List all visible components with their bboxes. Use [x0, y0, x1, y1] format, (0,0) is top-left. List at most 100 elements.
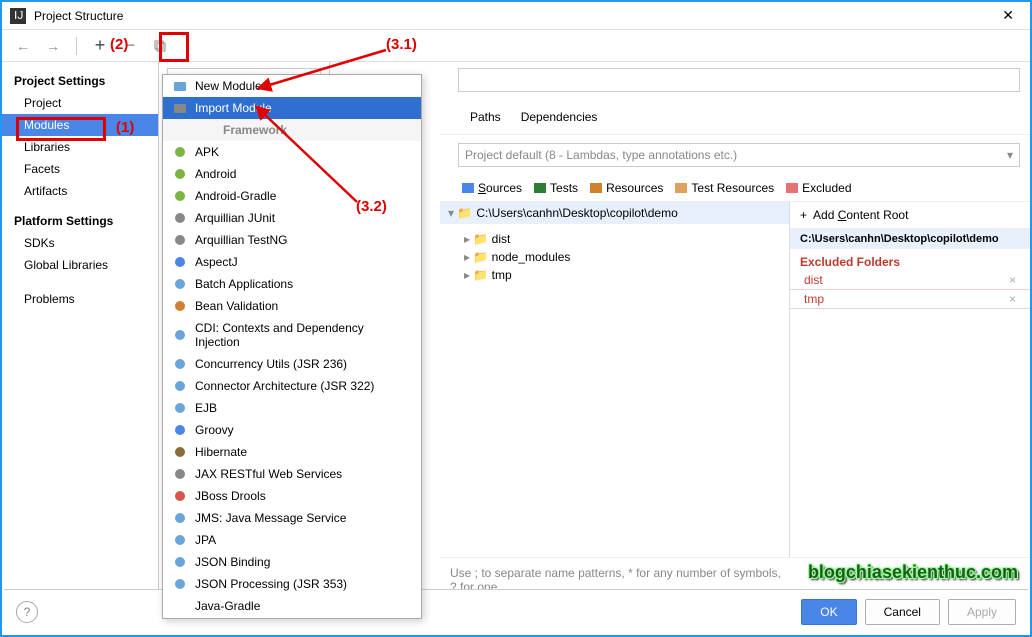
popup-item[interactable]: Hibernate [163, 441, 421, 463]
apply-button[interactable]: Apply [948, 599, 1016, 625]
framework-icon [173, 577, 187, 591]
remove-icon[interactable]: × [1009, 292, 1016, 306]
dropdown-value: Project default (8 - Lambdas, type annot… [465, 148, 737, 162]
popup-item[interactable]: JSON Processing (JSR 353) [163, 573, 421, 595]
excluded-item[interactable]: dist× [790, 271, 1030, 290]
mark-test-resources[interactable]: Test Resources [675, 181, 774, 195]
excluded-item[interactable]: tmp× [790, 290, 1030, 309]
cancel-button[interactable]: Cancel [865, 599, 940, 625]
help-icon[interactable]: ? [16, 601, 38, 623]
popup-item-label: Arquillian TestNG [195, 233, 287, 247]
popup-item[interactable]: JBoss Drools [163, 485, 421, 507]
popup-item[interactable]: JPA [163, 529, 421, 551]
content-split: ▾ 📁C:\Users\canhn\Desktop\copilot\demo ▸… [440, 202, 1030, 557]
framework-icon [173, 277, 187, 291]
back-button[interactable]: ← [12, 35, 34, 57]
popup-item[interactable]: CDI: Contexts and Dependency Injection [163, 317, 421, 353]
ok-button[interactable]: OK [801, 599, 856, 625]
copy-button[interactable] [149, 35, 171, 57]
add-button[interactable]: + [89, 35, 111, 57]
sidebar-item-modules[interactable]: Modules [2, 114, 158, 136]
sidebar-item-artifacts[interactable]: Artifacts [2, 180, 158, 202]
popup-item[interactable]: Import Module [163, 97, 421, 119]
plus-icon: + [800, 208, 807, 222]
popup-item-label: Connector Architecture (JSR 322) [195, 379, 374, 393]
remove-icon[interactable]: × [1009, 273, 1016, 287]
framework-icon [173, 189, 187, 203]
popup-item[interactable]: EJB [163, 397, 421, 419]
sidebar-item-libraries[interactable]: Libraries [2, 136, 158, 158]
popup-item[interactable]: Bean Validation [163, 295, 421, 317]
app-icon: IJ [10, 8, 26, 24]
module-detail-panel: Paths Dependencies Project default (8 - … [330, 62, 1030, 602]
tree-item[interactable]: ▸ 📁 dist [448, 230, 781, 248]
framework-icon [173, 145, 187, 159]
popup-item-label: APK [195, 145, 219, 159]
framework-icon [173, 233, 187, 247]
popup-item[interactable]: Groovy [163, 419, 421, 441]
import-icon [173, 101, 187, 115]
popup-item[interactable]: Connector Architecture (JSR 322) [163, 375, 421, 397]
popup-item[interactable]: Batch Applications [163, 273, 421, 295]
mark-lbl: Tests [550, 181, 578, 195]
sidebar-item-project[interactable]: Project [2, 92, 158, 114]
popup-item[interactable]: AspectJ [163, 251, 421, 273]
sidebar-item-global-libraries[interactable]: Global Libraries [2, 254, 158, 276]
selected-path[interactable]: ▾ 📁C:\Users\canhn\Desktop\copilot\demo [440, 202, 789, 224]
tree-item[interactable]: ▸ 📁 tmp [448, 266, 781, 284]
popup-item[interactable]: JMS: Java Message Service [163, 507, 421, 529]
framework-icon [173, 328, 187, 342]
mark-sources[interactable]: Sources [462, 181, 522, 195]
add-root-label: Add Content Root [813, 208, 908, 222]
mark-tests[interactable]: Tests [534, 181, 578, 195]
popup-item-label: Batch Applications [195, 277, 293, 291]
popup-item[interactable]: Android-Gradle [163, 185, 421, 207]
sidebar-item-sdks[interactable]: SDKs [2, 232, 158, 254]
remove-button[interactable]: − [119, 35, 141, 57]
popup-item-label: Concurrency Utils (JSR 236) [195, 357, 347, 371]
framework-icon [173, 357, 187, 371]
popup-item-label: AspectJ [195, 255, 238, 269]
popup-item-label: Android-Gradle [195, 189, 276, 203]
tree-item[interactable]: ▸ 📁 node_modules [448, 248, 781, 266]
mark-resources[interactable]: Resources [590, 181, 663, 195]
content-root-path[interactable]: C:\Users\canhn\Desktop\copilot\demo [790, 229, 1030, 249]
popup-item-label: Hibernate [195, 445, 247, 459]
framework-icon [173, 211, 187, 225]
sidebar-item-facets[interactable]: Facets [2, 158, 158, 180]
popup-section-label: Framework [163, 119, 421, 141]
popup-item[interactable]: JAX RESTful Web Services [163, 463, 421, 485]
add-content-root-button[interactable]: + Add Content Root [790, 202, 1030, 229]
source-folders-tree[interactable]: ▾ 📁C:\Users\canhn\Desktop\copilot\demo ▸… [440, 202, 790, 557]
popup-item-label: New Module [195, 79, 262, 93]
popup-item[interactable]: Arquillian TestNG [163, 229, 421, 251]
close-icon[interactable]: ✕ [994, 7, 1022, 24]
popup-item-label: Arquillian JUnit [195, 211, 275, 225]
popup-item[interactable]: APK [163, 141, 421, 163]
mark-lbl: Excluded [802, 181, 851, 195]
popup-item-label: CDI: Contexts and Dependency Injection [195, 321, 411, 349]
bottom-bar: ? OK Cancel Apply [4, 589, 1028, 633]
section-header: Platform Settings [2, 210, 158, 232]
popup-item[interactable]: New Module [163, 75, 421, 97]
framework-icon [173, 599, 187, 613]
popup-item-label: Java-Gradle [195, 599, 260, 613]
popup-item[interactable]: Java-Gradle [163, 595, 421, 617]
popup-item[interactable]: Arquillian JUnit [163, 207, 421, 229]
language-level-dropdown[interactable]: Project default (8 - Lambdas, type annot… [458, 143, 1020, 167]
tab-paths[interactable]: Paths [470, 110, 501, 128]
tab-dependencies[interactable]: Dependencies [521, 110, 598, 128]
popup-item[interactable]: JSON Binding [163, 551, 421, 573]
forward-button[interactable]: → [42, 35, 64, 57]
popup-item[interactable]: JavaEE Application [163, 617, 421, 619]
popup-item-label: JPA [195, 533, 216, 547]
mark-excluded[interactable]: Excluded [786, 181, 851, 195]
mark-lbl: Test Resources [691, 181, 774, 195]
module-name-input[interactable] [458, 68, 1020, 92]
chevron-down-icon: ▾ [1007, 148, 1013, 162]
popup-item-label: JSON Binding [195, 555, 270, 569]
popup-item[interactable]: Concurrency Utils (JSR 236) [163, 353, 421, 375]
sidebar-item-problems[interactable]: Problems [2, 288, 158, 310]
popup-item[interactable]: Android [163, 163, 421, 185]
section-header: Project Settings [2, 70, 158, 92]
